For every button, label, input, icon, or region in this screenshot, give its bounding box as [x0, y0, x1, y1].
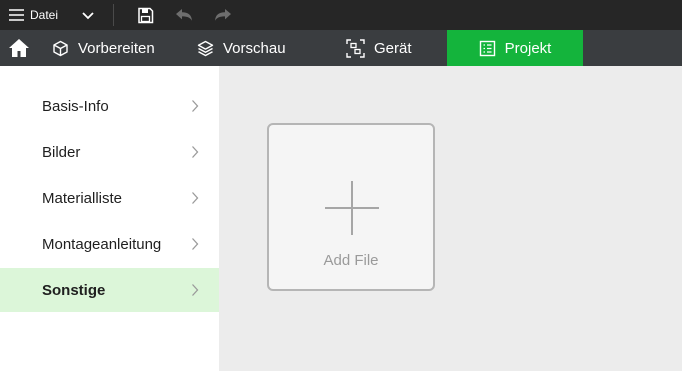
chevron-right-icon [191, 191, 199, 210]
toolbar-divider [113, 4, 114, 26]
sidebar-item-sonstige[interactable]: Sonstige [0, 268, 219, 312]
cube-icon [52, 40, 69, 57]
project-sidebar: Basis-Info Bilder Materialliste Montagea… [0, 66, 219, 371]
sidebar-item-bilder[interactable]: Bilder [0, 130, 219, 174]
home-icon [8, 38, 30, 58]
chevron-down-icon [81, 11, 95, 20]
save-icon [137, 7, 154, 24]
sidebar-item-label: Materialliste [42, 189, 123, 207]
project-icon [479, 40, 496, 57]
sidebar-item-label: Bilder [42, 143, 81, 161]
file-menu-button[interactable]: Datei [8, 0, 64, 30]
tab-preview-label: Vorschau [223, 39, 286, 57]
layers-icon [197, 40, 214, 57]
chevron-right-icon [191, 283, 199, 302]
device-icon [346, 38, 365, 58]
chevron-right-icon [191, 99, 199, 118]
file-menu-label: Datei [30, 8, 59, 22]
sidebar-item-basis-info[interactable]: Basis-Info [0, 84, 219, 128]
tab-prepare-label: Vorbereiten [78, 39, 155, 57]
title-bar: Datei [0, 0, 682, 30]
chevron-right-icon [191, 145, 199, 164]
tab-project-label: Projekt [504, 39, 552, 57]
tab-device[interactable]: Gerät [346, 30, 412, 66]
tab-bar: Vorbereiten Vorschau Gerät Projekt [0, 30, 682, 66]
main-content: Add File [219, 66, 682, 371]
tab-preview[interactable]: Vorschau [197, 30, 286, 66]
hamburger-icon [8, 8, 25, 22]
home-button[interactable] [6, 30, 32, 66]
sidebar-item-label: Montageanleitung [42, 235, 162, 253]
undo-icon [175, 8, 193, 22]
sidebar-item-label: Basis-Info [42, 97, 109, 115]
sidebar-item-materialliste[interactable]: Materialliste [0, 176, 219, 220]
sidebar-item-montageanleitung[interactable]: Montageanleitung [0, 222, 219, 266]
tab-project[interactable]: Projekt [447, 30, 583, 66]
undo-button[interactable] [173, 0, 195, 30]
add-file-button[interactable]: Add File [267, 123, 435, 291]
sidebar-item-label: Sonstige [42, 281, 106, 299]
redo-icon [214, 8, 232, 22]
redo-button[interactable] [212, 0, 234, 30]
add-file-label: Add File [323, 252, 379, 269]
save-button[interactable] [134, 0, 156, 30]
menu-dropdown-button[interactable] [78, 0, 98, 30]
chevron-right-icon [191, 237, 199, 256]
tab-device-label: Gerät [374, 39, 412, 57]
plus-icon [325, 181, 379, 240]
tab-prepare[interactable]: Vorbereiten [52, 30, 155, 66]
